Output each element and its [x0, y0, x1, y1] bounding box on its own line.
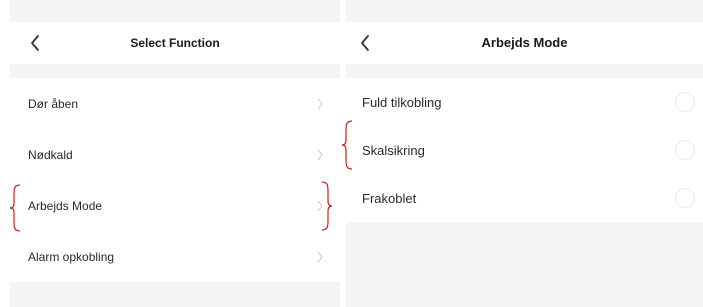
- option-label: Frakoblet: [362, 190, 417, 206]
- radio-circle-icon[interactable]: [675, 92, 695, 112]
- chevron-right-icon: [317, 251, 323, 262]
- option-brace-annotation-icon: [341, 120, 353, 170]
- select-function-screen: Select Function Dør åben Nødkald Arbejds…: [10, 0, 340, 307]
- left-brace-annotation-icon: [9, 184, 21, 232]
- mode-options-list: Fuld tilkobling Skalsikring Frakoblet: [346, 78, 703, 222]
- option-label: Fuld tilkobling: [362, 94, 442, 110]
- option-skalsikring[interactable]: Skalsikring: [346, 126, 703, 174]
- option-frakoblet[interactable]: Frakoblet: [346, 174, 703, 222]
- option-label: Skalsikring: [362, 142, 425, 158]
- right-brace-annotation-icon: [321, 181, 333, 231]
- chevron-right-icon: [317, 98, 323, 109]
- radio-circle-icon[interactable]: [675, 140, 695, 160]
- option-fuld-tilkobling[interactable]: Fuld tilkobling: [346, 78, 703, 126]
- list-item-arbejds-mode[interactable]: Arbejds Mode: [10, 180, 340, 231]
- list-item-nodkald[interactable]: Nødkald: [10, 129, 340, 180]
- list-item-label: Arbejds Mode: [28, 198, 103, 213]
- list-item-alarm-opkobling[interactable]: Alarm opkobling: [10, 231, 340, 282]
- list-item-label: Alarm opkobling: [28, 249, 115, 264]
- header-bar: Select Function: [10, 22, 340, 64]
- function-list: Dør åben Nødkald Arbejds Mode Alarm opko…: [10, 78, 340, 282]
- list-item-dor-aben[interactable]: Dør åben: [10, 78, 340, 129]
- page-title: Arbejds Mode: [481, 35, 568, 50]
- chevron-right-icon: [317, 149, 323, 160]
- radio-circle-icon[interactable]: [675, 188, 695, 208]
- header-bar: Arbejds Mode: [346, 22, 703, 64]
- list-item-label: Nødkald: [28, 147, 73, 162]
- list-item-label: Dør åben: [28, 96, 79, 111]
- arbejds-mode-screen: Arbejds Mode Fuld tilkobling Skalsikring…: [346, 0, 703, 307]
- page-title: Select Function: [130, 36, 220, 50]
